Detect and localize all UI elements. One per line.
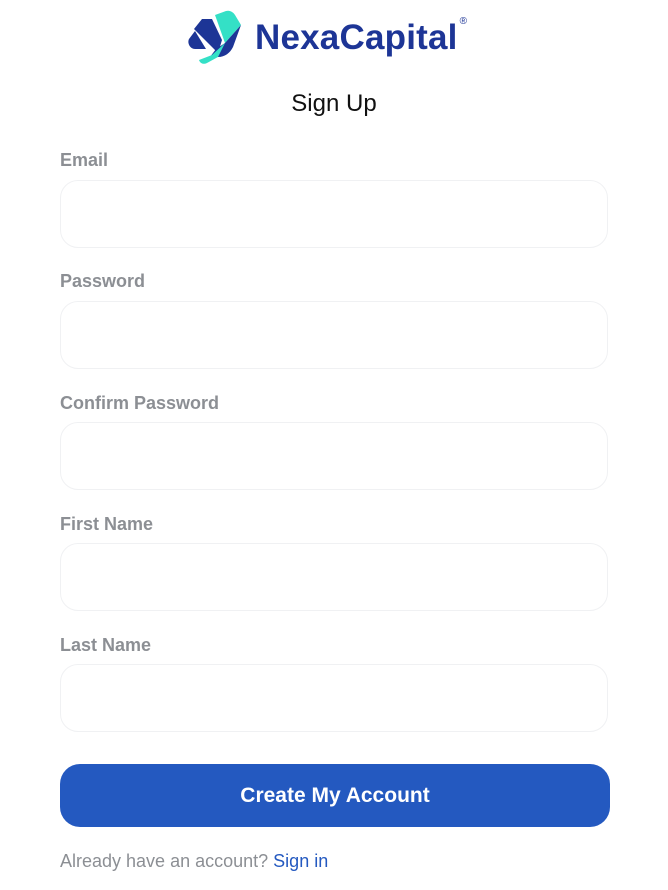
page-title: Sign Up [291,90,377,117]
email-label: Email [60,150,109,170]
last-name-label: Last Name [60,635,152,655]
signin-prompt: Already have an account? Sign in [60,851,328,872]
brand-logo: NexaCapital ® [185,5,467,69]
email-field[interactable] [60,180,608,248]
first-name-label: First Name [60,514,154,534]
confirm-password-field[interactable] [60,422,608,490]
first-name-field[interactable] [60,543,608,611]
password-label: Password [60,271,146,291]
password-field[interactable] [60,301,608,369]
create-account-button[interactable]: Create My Account [60,764,610,827]
registered-mark: ® [459,15,467,27]
confirm-password-label: Confirm Password [60,393,220,413]
last-name-field[interactable] [60,664,608,732]
sign-in-link[interactable]: Sign in [273,851,328,871]
signin-prompt-text: Already have an account? [60,851,269,871]
brand-name: NexaCapital [255,17,458,57]
nexacapital-logo-icon [188,10,241,64]
